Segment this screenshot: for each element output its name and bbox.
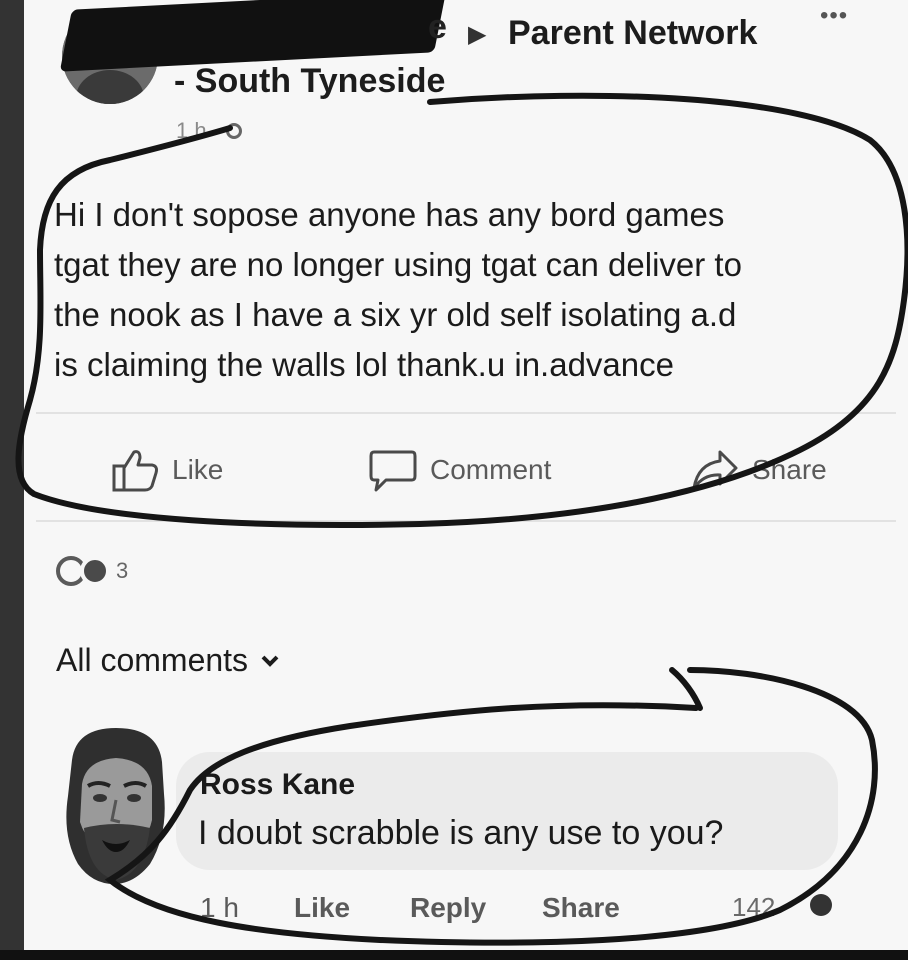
- comments-filter-dropdown[interactable]: All comments: [56, 642, 280, 679]
- more-options-icon[interactable]: •••: [820, 2, 848, 30]
- globe-icon: [226, 123, 243, 139]
- post-body: Hi I don't sopose anyone has any bord ga…: [54, 190, 884, 390]
- reaction-summary[interactable]: 3: [56, 556, 128, 586]
- reaction-count: 3: [116, 558, 129, 583]
- divider: [36, 412, 896, 414]
- post-timestamp[interactable]: 1 h ·: [176, 118, 243, 144]
- bottom-frame-edge: [0, 950, 908, 960]
- post-text-line: is claiming the walls lol thank.u in.adv…: [54, 346, 674, 383]
- speech-bubble-icon: [369, 450, 417, 492]
- comment-share-button[interactable]: Share: [542, 892, 620, 924]
- arrow-right-icon: ▶: [468, 21, 487, 48]
- post-text-line: tgat they are no longer using tgat can d…: [54, 246, 742, 283]
- share-button[interactable]: Share: [690, 448, 827, 492]
- group-name[interactable]: Parent Network: [508, 14, 757, 53]
- post-text-line: Hi I don't sopose anyone has any bord ga…: [54, 196, 725, 233]
- comment-reply-button[interactable]: Reply: [410, 892, 486, 924]
- share-label: Share: [752, 454, 827, 485]
- author-name-tail[interactable]: e: [428, 8, 447, 47]
- like-button[interactable]: Like: [110, 448, 223, 492]
- left-frame-edge: [0, 0, 24, 960]
- commenter-avatar[interactable]: [58, 724, 174, 886]
- group-name-line2[interactable]: - South Tyneside: [174, 62, 445, 101]
- chevron-down-icon: [261, 655, 279, 667]
- thumbs-up-icon: [112, 450, 158, 492]
- comment-like-button[interactable]: Like: [294, 892, 350, 924]
- comment-time[interactable]: 1 h: [200, 892, 239, 924]
- comment-label: Comment: [430, 454, 552, 485]
- comments-filter-label: All comments: [56, 642, 249, 678]
- share-arrow-icon: [692, 450, 738, 490]
- comment-reaction-count[interactable]: 142: [732, 892, 775, 923]
- post-time-text: 1 h ·: [176, 118, 221, 143]
- commenter-name[interactable]: Ross Kane: [200, 768, 355, 802]
- comment-button[interactable]: Comment: [368, 448, 551, 492]
- post-text-line: the nook as I have a six yr old self iso…: [54, 296, 737, 333]
- like-label: Like: [172, 454, 224, 485]
- divider: [36, 520, 896, 522]
- comment-text: I doubt scrabble is any use to you?: [198, 814, 724, 852]
- reaction-like-icon: [80, 556, 110, 586]
- comment-reaction-icon: [810, 894, 832, 916]
